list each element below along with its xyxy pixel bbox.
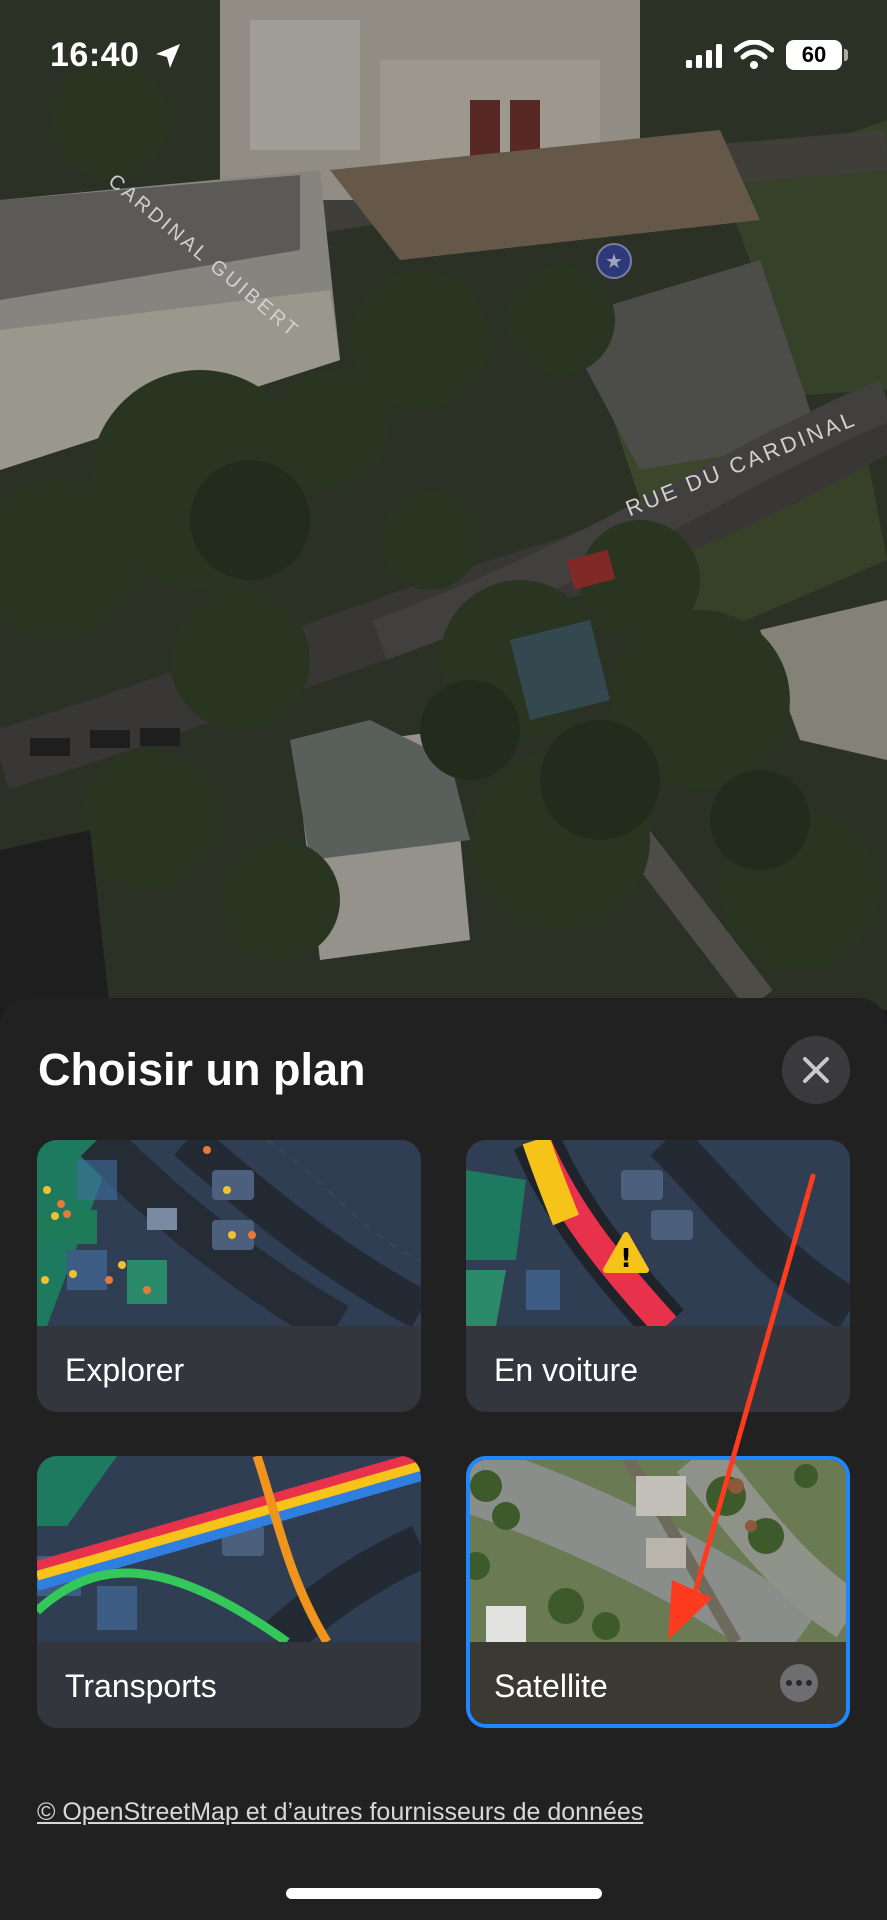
- transit-label: Transports: [65, 1668, 217, 1704]
- battery-icon: 60: [786, 40, 842, 70]
- battery-cap: [844, 49, 848, 61]
- driving-label-bar: En voiture: [466, 1326, 850, 1412]
- wifi-icon: [734, 40, 774, 69]
- close-icon: [803, 1057, 829, 1083]
- explorer-label: Explorer: [65, 1352, 185, 1388]
- map-option-transit[interactable]: Transports: [37, 1456, 421, 1728]
- map-imagery: ★: [0, 0, 887, 1010]
- map-option-explorer[interactable]: Explorer: [37, 1140, 421, 1412]
- driving-preview: !: [466, 1140, 850, 1326]
- map-option-driving[interactable]: ! En voiture: [466, 1140, 850, 1412]
- status-time: 16:40: [50, 36, 140, 74]
- explorer-preview: [37, 1140, 421, 1326]
- satellite-label-bar: Satellite: [470, 1642, 846, 1724]
- close-button[interactable]: [782, 1036, 850, 1104]
- status-bar: 16:40 60: [0, 0, 887, 110]
- satellite-label: Satellite: [494, 1668, 608, 1704]
- driving-label: En voiture: [494, 1352, 639, 1388]
- ellipsis-dot: [786, 1680, 792, 1686]
- cellular-signal-icon: [686, 44, 722, 68]
- ellipsis-dot: [806, 1680, 812, 1686]
- attribution-link[interactable]: © OpenStreetMap et d’autres fournisseurs…: [37, 1798, 643, 1827]
- ellipsis-dot: [796, 1680, 802, 1686]
- home-indicator: [286, 1888, 602, 1899]
- map-option-satellite[interactable]: Satellite: [466, 1456, 850, 1728]
- svg-text:!: !: [620, 1244, 632, 1274]
- satellite-map-view[interactable]: ★ CARDINAL GUIBERT RUE DU CARDINAL: [0, 0, 887, 1010]
- transit-label-bar: Transports: [37, 1642, 421, 1728]
- explorer-label-bar: Explorer: [37, 1326, 421, 1412]
- location-arrow-icon: [156, 44, 180, 68]
- satellite-more-button[interactable]: [780, 1664, 818, 1702]
- satellite-preview: [470, 1460, 846, 1642]
- sheet-title: Choisir un plan: [38, 1044, 366, 1095]
- transit-preview: [37, 1456, 421, 1642]
